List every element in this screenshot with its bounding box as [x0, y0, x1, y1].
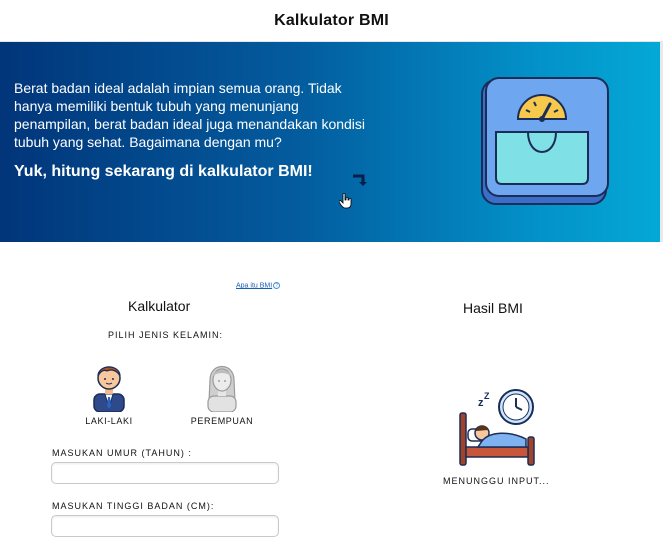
result-status: MENUNGGU INPUT...	[443, 476, 550, 486]
what-is-bmi-label: Apa itu BMI	[236, 282, 273, 290]
page-title: Kalkulator BMI	[274, 12, 389, 29]
hero-cta-text: Yuk, hitung sekarang di kalkulator BMI!	[14, 163, 313, 180]
result-title: Hasil BMI	[463, 300, 523, 316]
weighing-scale-icon	[481, 77, 609, 205]
age-input[interactable]	[51, 462, 279, 484]
what-is-bmi-link[interactable]: Apa itu BMI?	[236, 282, 281, 290]
calculator-title: Kalkulator	[128, 298, 191, 314]
svg-text:Z: Z	[484, 391, 490, 401]
height-input[interactable]	[51, 515, 279, 537]
female-avatar-icon	[207, 365, 237, 412]
gender-female-option[interactable]: PEREMPUAN	[189, 358, 255, 426]
gender-male-option[interactable]: LAKI-LAKI	[84, 358, 134, 426]
hand-cursor-icon	[339, 193, 352, 209]
hero-description: Berat badan ideal adalah impian semua or…	[14, 80, 366, 150]
arrow-down-right-icon[interactable]	[350, 173, 370, 189]
female-label: PEREMPUAN	[190, 416, 254, 426]
help-icon: ?	[273, 282, 281, 289]
male-label: LAKI-LAKI	[85, 416, 133, 426]
top-bar: Kalkulator BMI	[0, 0, 663, 42]
height-label: MASUKAN TINGGI BADAN (CM):	[52, 501, 215, 511]
age-label: MASUKAN UMUR (TAHUN) :	[52, 448, 192, 458]
gender-prompt: PILIH JENIS KELAMIN:	[108, 330, 224, 340]
sleeping-bed-icon: z Z	[459, 389, 535, 466]
male-avatar-icon	[93, 366, 125, 412]
